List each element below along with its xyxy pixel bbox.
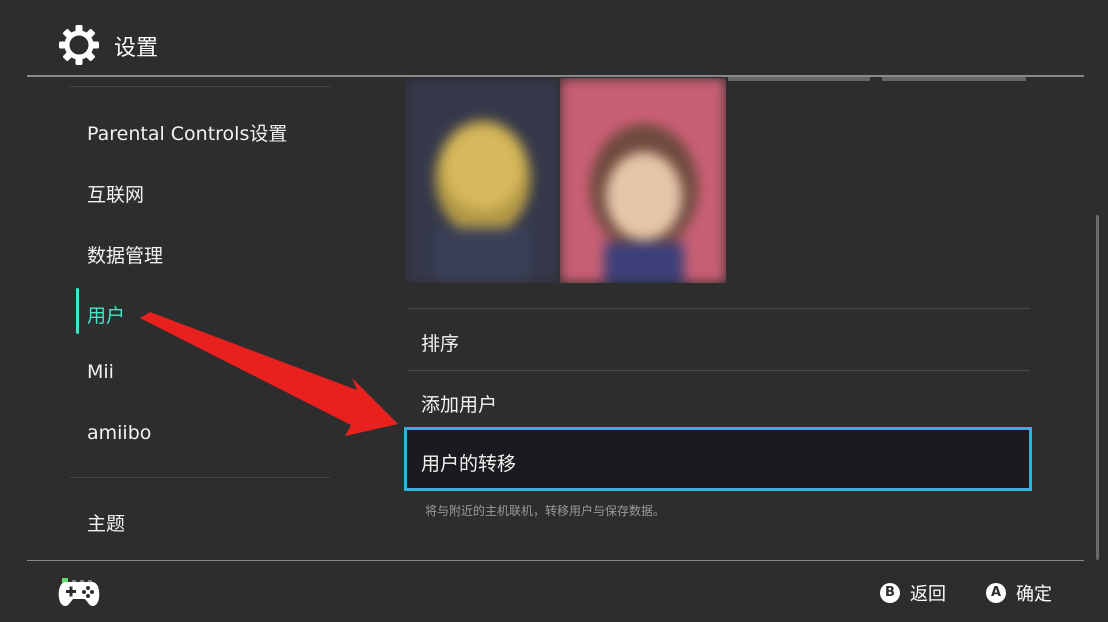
gear-icon xyxy=(59,25,99,65)
confirm-label: 确定 xyxy=(1016,584,1052,605)
b-button-icon: B xyxy=(880,583,900,603)
user-avatar[interactable] xyxy=(560,78,726,283)
a-button-icon: A xyxy=(986,583,1006,603)
sidebar-divider xyxy=(70,86,330,87)
sidebar-item-mii[interactable]: Mii xyxy=(87,361,114,383)
sidebar-item-users[interactable]: 用户 xyxy=(87,301,125,328)
confirm-button[interactable]: A 确定 xyxy=(986,580,1052,606)
tab-indicator xyxy=(882,77,1026,81)
option-transfer-user-label: 用户的转移 xyxy=(421,453,517,475)
back-label: 返回 xyxy=(910,584,946,605)
sidebar-divider xyxy=(70,477,330,478)
option-sort[interactable]: 排序 xyxy=(421,329,459,356)
tab-indicator xyxy=(728,77,870,81)
sidebar-item-data-management[interactable]: 数据管理 xyxy=(87,241,163,268)
controller-icon xyxy=(58,582,100,606)
user-avatar[interactable] xyxy=(405,78,560,283)
footer-divider xyxy=(27,560,1084,561)
option-transfer-user[interactable]: 用户的转移 xyxy=(404,427,1032,491)
header: 设置 xyxy=(0,0,1108,76)
sidebar-item-themes[interactable]: 主题 xyxy=(87,509,125,536)
list-divider xyxy=(408,308,1030,309)
sidebar-item-internet[interactable]: 互联网 xyxy=(87,180,144,207)
scrollbar[interactable] xyxy=(1096,215,1099,560)
sidebar-item-parental-controls[interactable]: Parental Controls设置 xyxy=(87,119,287,146)
back-button[interactable]: B 返回 xyxy=(880,580,946,606)
option-description: 将与附近的主机联机，转移用户与保存数据。 xyxy=(425,504,666,518)
sidebar-item-amiibo[interactable]: amiibo xyxy=(87,422,151,444)
option-add-user[interactable]: 添加用户 xyxy=(421,390,497,417)
page-title: 设置 xyxy=(114,36,159,61)
list-divider xyxy=(408,370,1030,371)
sidebar-active-indicator xyxy=(76,288,79,334)
